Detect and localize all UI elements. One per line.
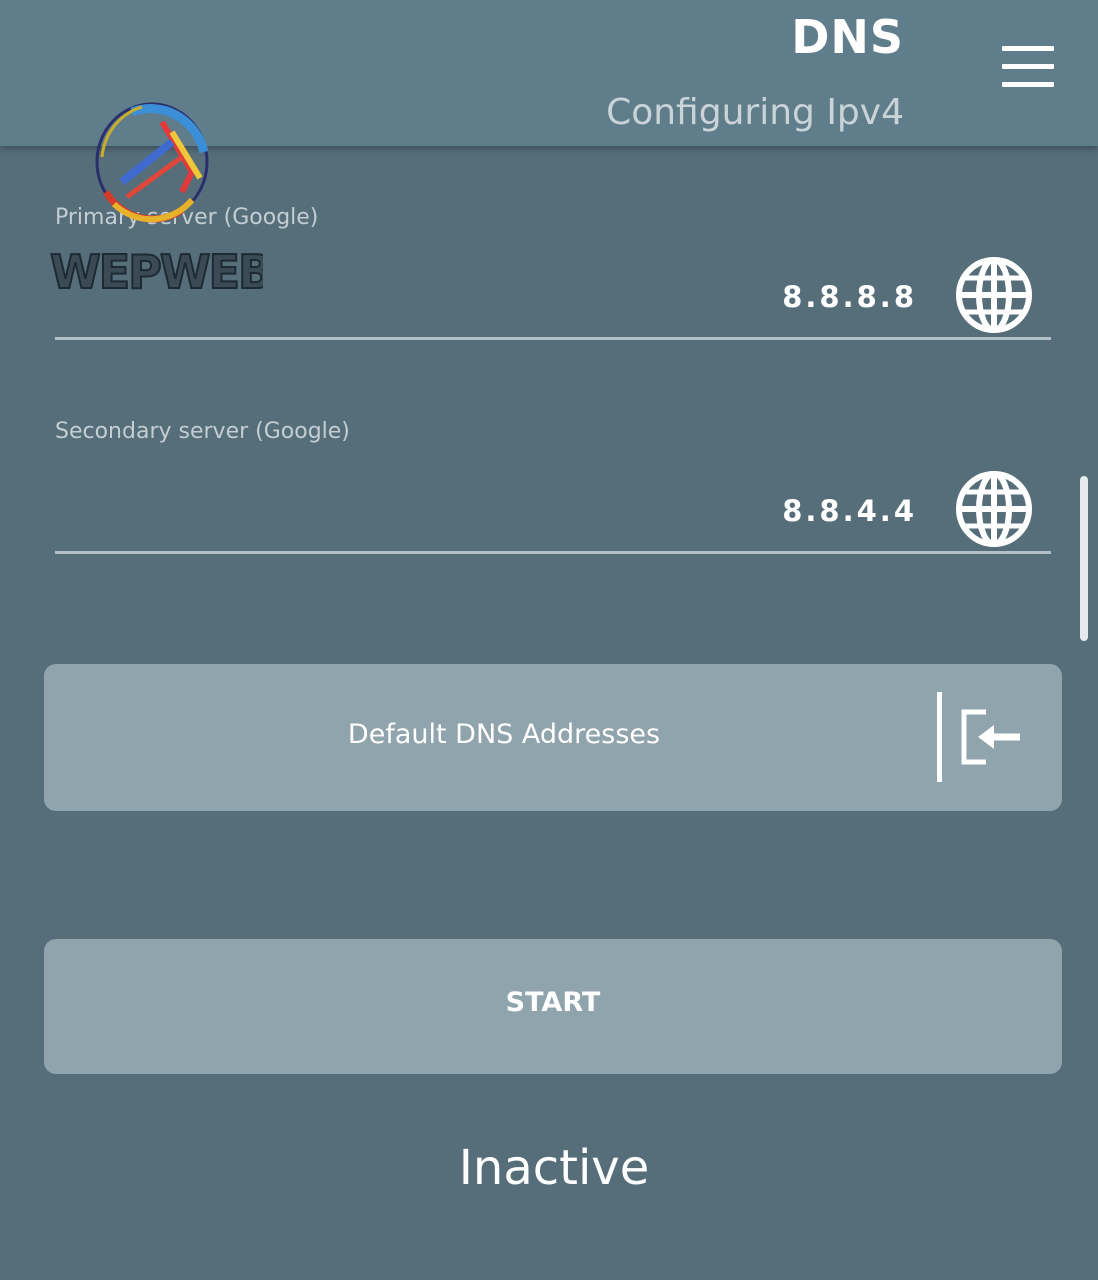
svg-text:WEPWEB: WEPWEB [50, 245, 263, 299]
primary-server-input[interactable]: 8.8.8.8 [782, 280, 917, 314]
scrollbar-thumb[interactable] [1080, 476, 1088, 641]
secondary-server-field: Secondary server (Google) 8.8.4.4 [55, 414, 1051, 556]
default-dns-button-label: Default DNS Addresses [347, 719, 661, 750]
start-button[interactable]: START [44, 939, 1062, 1074]
primary-field-underline [55, 337, 1051, 340]
page-subtitle: Configuring Ipv4 [606, 92, 904, 133]
hamburger-menu-icon[interactable] [996, 40, 1060, 92]
start-button-label: START [505, 987, 601, 1018]
page-title: DNS [791, 10, 904, 64]
primary-globe-icon[interactable] [955, 256, 1033, 334]
import-icon [960, 708, 1024, 766]
button-divider [937, 692, 942, 782]
secondary-server-input[interactable]: 8.8.4.4 [782, 494, 917, 528]
status-text: Inactive [458, 1140, 650, 1196]
wepweb-watermark-logo: WEPWEB [48, 96, 274, 306]
default-dns-button[interactable]: Default DNS Addresses [44, 664, 1062, 811]
secondary-field-underline [55, 551, 1051, 554]
secondary-server-label: Secondary server (Google) [55, 419, 350, 444]
secondary-globe-icon[interactable] [955, 470, 1033, 548]
